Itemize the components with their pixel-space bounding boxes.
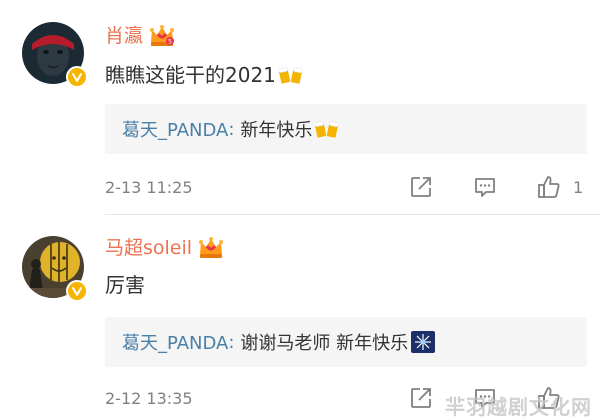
like-count: 1 [573,177,584,197]
reply-box[interactable]: 葛天_PANDA : 新年快乐 [105,104,587,154]
reply-author[interactable]: 葛天_PANDA [122,329,228,355]
vip-crown-icon [199,237,224,258]
fireworks-icon [411,331,436,353]
verified-badge-icon [66,280,88,302]
reply-author[interactable]: 葛天_PANDA [122,116,228,142]
timestamp: 2-13 11:25 [105,177,193,197]
username-text[interactable]: 马超soleil [105,234,192,262]
reply-colon: : [228,331,235,353]
like-icon[interactable] [535,173,563,201]
username[interactable]: 马超soleil [105,234,224,262]
meta-row: 2-13 11:25 1 [105,172,587,202]
avatar[interactable] [22,22,88,88]
verified-badge-icon [66,66,88,88]
action-bar: 1 [407,172,587,202]
username[interactable]: 肖瀛 5 [105,22,175,50]
share-icon[interactable] [407,384,435,412]
comment-text: 厉害 [105,270,145,300]
comment-text-content: 瞧瞧这能干的2021 [105,63,276,87]
share-icon[interactable] [407,173,435,201]
vip-crown-icon: 5 [150,25,175,46]
comment-text-content: 厉害 [105,273,145,297]
watermark-text: 羋羽越剧文化网 [445,395,592,419]
comment-item: 马超soleil 厉害 葛天_PANDA : 谢谢马老师 新年快乐 2-12 1… [0,218,600,420]
comment-item: 肖瀛 5 瞧瞧这能干的2021 葛天_PANDA : 新年快乐 2-13 11:… [0,0,600,216]
timestamp: 2-12 13:35 [105,388,193,408]
avatar[interactable] [22,236,88,302]
reply-box[interactable]: 葛天_PANDA : 谢谢马老师 新年快乐 [105,317,587,367]
reply-text: 谢谢马老师 新年快乐 [240,333,409,354]
reply-colon: : [228,118,235,140]
reply-text: 新年快乐 [240,120,313,141]
comment-text: 瞧瞧这能干的2021 [105,60,303,90]
beer-cheers-icon [315,121,339,138]
comment-icon[interactable] [471,173,499,201]
divider [105,214,600,215]
username-text[interactable]: 肖瀛 [105,22,143,50]
beer-cheers-icon [278,67,303,84]
svg-text:5: 5 [168,39,172,46]
